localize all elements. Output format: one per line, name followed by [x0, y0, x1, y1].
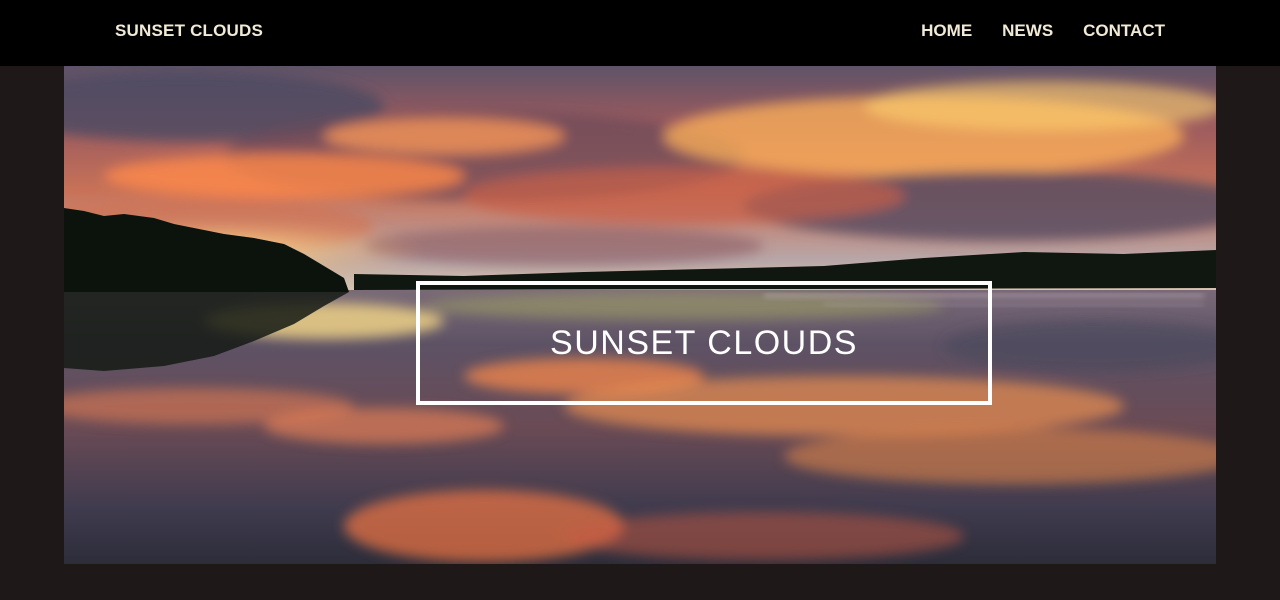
hero-title: SUNSET CLOUDS — [550, 323, 858, 362]
hero-title-box: SUNSET CLOUDS — [416, 281, 992, 405]
brand-link[interactable]: SUNSET CLOUDS — [115, 21, 263, 41]
nav-contact-link[interactable]: CONTACT — [1083, 21, 1165, 41]
top-nav-bar: SUNSET CLOUDS HOME NEWS CONTACT — [0, 0, 1280, 66]
nav-news-link[interactable]: NEWS — [1002, 21, 1053, 41]
main-nav: HOME NEWS CONTACT — [921, 21, 1165, 41]
nav-home-link[interactable]: HOME — [921, 21, 972, 41]
hero-image: SUNSET CLOUDS — [64, 66, 1216, 564]
